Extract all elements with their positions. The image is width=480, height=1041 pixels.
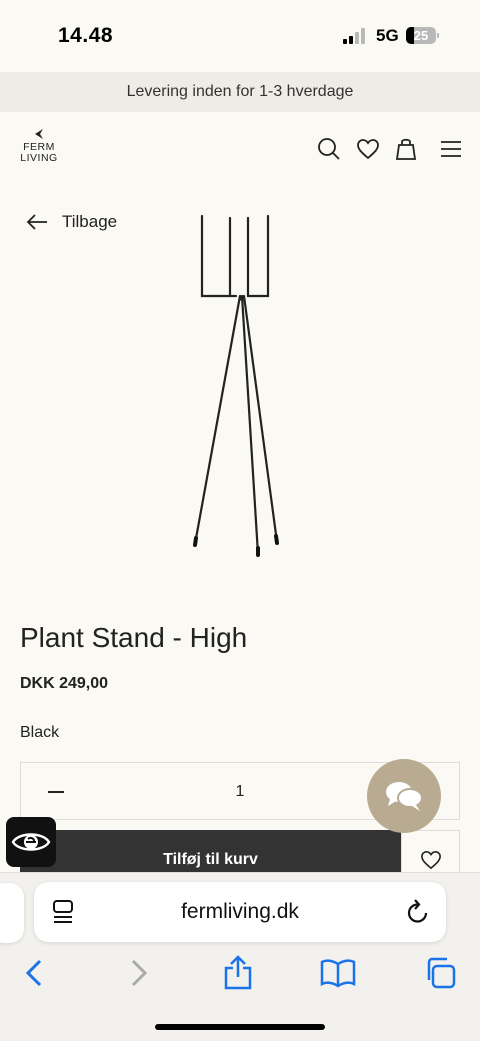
chevron-right-icon xyxy=(131,959,148,987)
heart-icon xyxy=(420,850,441,870)
address-bar[interactable]: fermliving.dk xyxy=(34,882,446,942)
back-link[interactable]: Tilbage xyxy=(26,212,117,232)
product-image xyxy=(150,210,330,570)
book-icon xyxy=(320,959,356,988)
status-bar: 14.48 5G 25 xyxy=(0,0,480,72)
chat-icon xyxy=(386,782,423,811)
logo-text-line2: LIVING xyxy=(20,152,58,164)
bag-icon[interactable] xyxy=(393,136,419,162)
url-text: fermliving.dk xyxy=(181,900,299,923)
product-price: DKK 249,00 xyxy=(20,675,109,692)
search-icon[interactable] xyxy=(316,136,342,162)
battery-level: 25 xyxy=(413,28,429,43)
browser-toolbar: fermliving.dk xyxy=(0,872,480,1041)
product-color[interactable]: Black xyxy=(20,724,59,742)
chat-button[interactable] xyxy=(367,759,441,833)
bookmarks-button[interactable] xyxy=(318,953,358,993)
tabs-button[interactable] xyxy=(420,953,460,993)
trust-badge[interactable] xyxy=(6,817,56,867)
arrow-left-icon xyxy=(26,214,47,230)
site-header: FERM LIVING xyxy=(0,112,480,190)
heart-icon[interactable] xyxy=(355,136,381,162)
share-icon xyxy=(224,955,252,990)
status-time: 14.48 xyxy=(58,24,114,47)
tabs-icon xyxy=(427,957,456,989)
browser-forward-button[interactable] xyxy=(119,953,159,993)
battery-icon: 25 xyxy=(406,27,436,44)
browser-back-button[interactable] xyxy=(14,953,54,993)
home-indicator[interactable] xyxy=(155,1024,325,1030)
menu-icon[interactable] xyxy=(438,136,464,162)
reload-icon[interactable] xyxy=(406,899,430,930)
signal-icon xyxy=(343,28,369,44)
eye-icon xyxy=(11,833,51,851)
logo-bird-icon xyxy=(35,129,43,139)
promo-banner: Levering inden for 1-3 hverdage xyxy=(0,72,480,112)
network-label: 5G xyxy=(376,26,399,45)
logo[interactable]: FERM LIVING xyxy=(18,128,60,164)
back-link-label: Tilbage xyxy=(62,212,118,231)
previous-tab[interactable] xyxy=(0,883,24,943)
chevron-left-icon xyxy=(25,959,42,987)
share-button[interactable] xyxy=(218,953,258,993)
product-title: Plant Stand - High xyxy=(20,622,248,653)
